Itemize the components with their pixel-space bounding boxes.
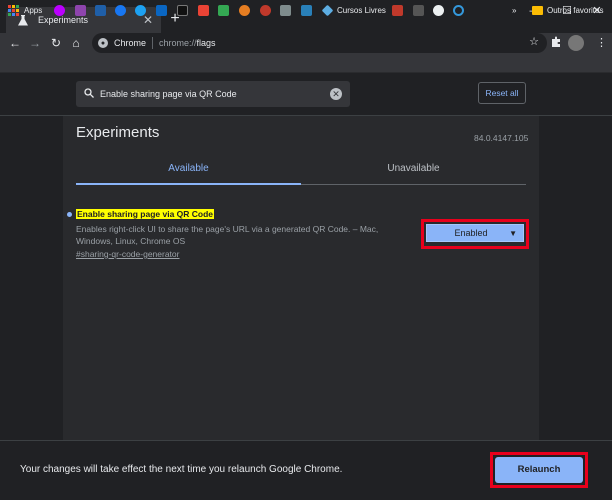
bookmark-favicon[interactable] — [280, 3, 291, 17]
flag-name: Enable sharing page via QR Code — [76, 209, 215, 219]
orange-circle-icon — [239, 4, 250, 16]
flower-icon — [54, 4, 65, 16]
omnibox-separator — [152, 37, 154, 49]
flag-state-value: Enabled — [454, 228, 488, 238]
bookmark-outros-favoritos[interactable]: Outros favoritos — [532, 3, 603, 17]
bookmark-favicon[interactable] — [413, 3, 424, 17]
profile-avatar[interactable] — [568, 35, 584, 51]
bookmark-outros-label: Outros favoritos — [547, 5, 604, 15]
relaunch-button[interactable]: Relaunch — [495, 457, 583, 483]
facebook-icon — [115, 4, 126, 16]
green-square-icon — [218, 4, 229, 16]
purple-square-icon — [75, 4, 86, 16]
flag-modified-dot — [67, 212, 72, 217]
chrome-site-icon: ● — [98, 38, 108, 48]
blue-ring-icon — [453, 4, 464, 16]
bookmark-apps[interactable]: Apps — [8, 3, 42, 17]
bookmark-favicon[interactable] — [198, 3, 209, 17]
search-value: Enable sharing page via QR Code — [100, 89, 237, 99]
bookmark-favicon[interactable] — [392, 3, 403, 17]
bookmark-favicon[interactable] — [260, 3, 271, 17]
site-chip: Chrome — [114, 38, 147, 48]
relaunch-message: Your changes will take effect the next t… — [20, 464, 343, 475]
paperclip-icon — [413, 4, 424, 16]
bookmark-favicon[interactable] — [115, 3, 126, 17]
dark-square-icon — [177, 4, 188, 16]
reset-all-button[interactable]: Reset all — [478, 82, 526, 104]
clear-search-icon[interactable]: ✕ — [330, 88, 342, 100]
more-bookmarks-chevron-icon[interactable]: » — [512, 3, 516, 17]
back-icon[interactable]: ← — [6, 35, 24, 51]
bookmark-favicon[interactable] — [177, 3, 188, 17]
bookmark-favicon[interactable] — [239, 3, 250, 17]
chevron-down-icon: ▼ — [509, 228, 517, 238]
flag-description: Enables right-click UI to share the page… — [76, 224, 379, 246]
diamond-icon — [321, 4, 334, 16]
linkedin-icon — [156, 4, 167, 16]
bookmark-favicon[interactable] — [453, 3, 464, 17]
tab-available[interactable]: Available — [76, 163, 301, 185]
flag-state-select[interactable]: Enabled ▼ — [426, 224, 524, 242]
red-logo-icon — [260, 4, 271, 16]
bookmark-favicon[interactable] — [301, 3, 312, 17]
url-scheme: chrome:// — [159, 38, 197, 48]
bookmark-cursos-label: Cursos Livres — [337, 5, 386, 15]
bookmark-favicon[interactable] — [156, 3, 167, 17]
tab-unavailable[interactable]: Unavailable — [301, 163, 526, 185]
search-flags-input[interactable]: Enable sharing page via QR Code ✕ — [76, 81, 350, 107]
home-icon[interactable]: ⌂ — [67, 35, 85, 51]
bookmark-favicon[interactable] — [54, 3, 65, 17]
bookmark-favicon[interactable] — [75, 3, 86, 17]
bookmark-apps-label: Apps — [24, 5, 43, 15]
gmail-icon — [198, 4, 209, 16]
bookmark-star-icon[interactable]: ☆ — [529, 35, 539, 48]
red-stripes-icon — [392, 4, 403, 16]
extensions-puzzle-icon[interactable] — [551, 36, 562, 50]
twitter-icon — [135, 4, 146, 16]
active-tab-indicator — [76, 183, 301, 185]
address-bar[interactable]: ● Chrome chrome:// flags ☆ — [92, 33, 547, 53]
flag-permalink[interactable]: #sharing-qr-code-generator — [76, 249, 179, 259]
blue-square-icon — [95, 4, 106, 16]
search-icon — [84, 87, 94, 101]
bookmark-favicon[interactable] — [433, 3, 444, 17]
blue-logo-icon — [301, 4, 312, 16]
grey-logo-icon — [280, 4, 291, 16]
bookmark-cursos-livres[interactable]: Cursos Livres — [321, 3, 386, 17]
version-label: 84.0.4147.105 — [474, 133, 529, 143]
reload-icon[interactable]: ↻ — [47, 35, 65, 51]
folder-icon — [532, 5, 543, 15]
bookmark-favicon[interactable] — [135, 3, 146, 17]
url-path: flags — [196, 38, 216, 48]
bookmark-favicon[interactable] — [95, 3, 106, 17]
bookmark-favicon[interactable] — [218, 3, 229, 17]
forward-icon[interactable]: → — [26, 35, 44, 51]
white-circle-icon — [433, 4, 444, 16]
apps-grid-icon — [8, 4, 19, 16]
bookmarks-bar — [0, 53, 612, 73]
page-title: Experiments — [76, 124, 160, 141]
menu-kebab-icon[interactable]: ⋮ — [596, 36, 607, 49]
